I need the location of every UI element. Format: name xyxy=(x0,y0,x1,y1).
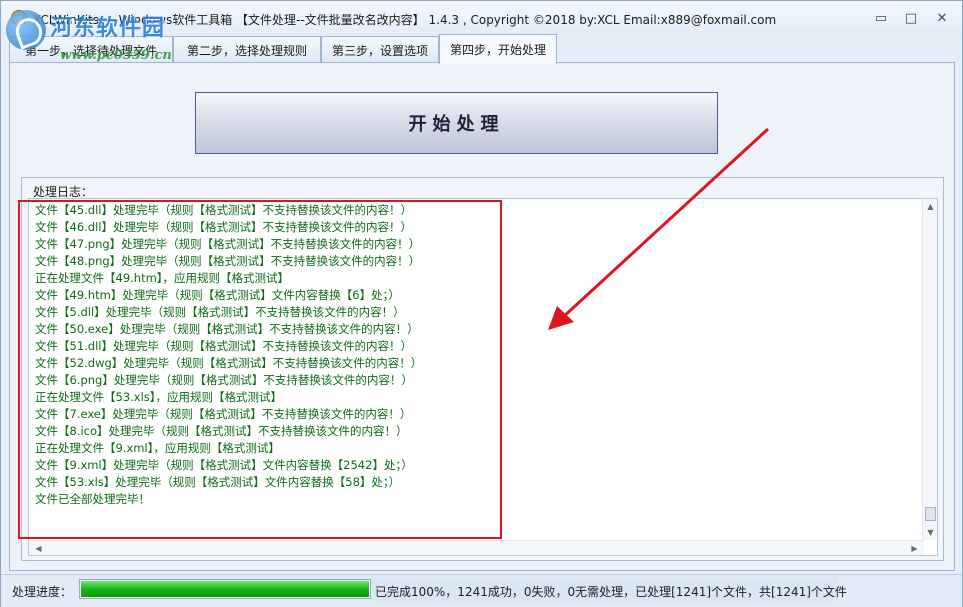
title-bar[interactable]: XCLWinKits — Windows软件工具箱 【文件处理--文件批量改名改… xyxy=(1,1,962,35)
log-line: 文件【48.png】处理完毕（规则【格式测试】不支持替换该文件的内容！） xyxy=(35,254,421,268)
status-bar: 处理进度： 已完成100%，1241成功，0失败，0无需处理，已处理[1241]… xyxy=(1,574,962,607)
log-line: 文件【53.xls】处理完毕（规则【格式测试】文件内容替换【58】处；） xyxy=(35,475,401,489)
log-line: 文件已全部处理完毕！ xyxy=(35,492,150,506)
tab-step-3[interactable]: 第三步，设置选项 xyxy=(321,36,439,63)
log-line: 正在处理文件【49.htm】，应用规则【格式测试】 xyxy=(35,271,290,285)
progress-label: 处理进度： xyxy=(12,585,73,599)
tab-label: 第四步，开始处理 xyxy=(449,43,546,57)
progress-bar xyxy=(79,579,371,599)
scroll-right-icon[interactable]: ▶ xyxy=(907,541,922,556)
progress-fill xyxy=(81,581,369,597)
start-process-button[interactable]: 开始处理 xyxy=(195,92,718,154)
log-line: 文件【45.dll】处理完毕（规则【格式测试】不支持替换该文件的内容！） xyxy=(35,203,412,217)
log-line: 文件【5.dll】处理完毕（规则【格式测试】不支持替换该文件的内容！） xyxy=(35,305,405,319)
close-icon: ✕ xyxy=(936,10,948,26)
maximize-button[interactable]: □ xyxy=(900,9,922,27)
minimize-button[interactable]: ▭ xyxy=(870,9,892,27)
tab-label: 第三步，设置选项 xyxy=(331,43,428,58)
scroll-down-icon[interactable]: ▼ xyxy=(923,525,938,540)
maximize-icon: □ xyxy=(904,10,918,26)
log-line: 文件【6.png】处理完毕（规则【格式测试】不支持替换该文件的内容！） xyxy=(35,373,413,387)
close-button[interactable]: ✕ xyxy=(931,9,953,27)
log-lines: 文件【45.dll】处理完毕（规则【格式测试】不支持替换该文件的内容！） 文件【4… xyxy=(35,202,915,538)
horizontal-scrollbar[interactable]: ◀ ▶ xyxy=(29,540,924,555)
log-line: 正在处理文件【53.xls】，应用规则【格式测试】 xyxy=(35,390,283,404)
scroll-up-icon[interactable]: ▲ xyxy=(923,199,938,214)
log-line: 文件【46.dll】处理完毕（规则【格式测试】不支持替换该文件的内容！） xyxy=(35,220,412,234)
log-line: 文件【8.ico】处理完毕（规则【格式测试】不支持替换该文件的内容！） xyxy=(35,424,408,438)
tab-content-panel: 开始处理 处理日志： 文件【45.dll】处理完毕（规则【格式测试】不支持替换该… xyxy=(9,62,955,571)
log-line: 文件【51.dll】处理完毕（规则【格式测试】不支持替换该文件的内容！） xyxy=(35,339,412,353)
log-line: 文件【52.dwg】处理完毕（规则【格式测试】不支持替换该文件的内容！） xyxy=(35,356,423,370)
log-textbox[interactable]: 文件【45.dll】处理完毕（规则【格式测试】不支持替换该文件的内容！） 文件【4… xyxy=(28,198,938,556)
window-title: XCLWinKits — Windows软件工具箱 【文件处理--文件批量改名改… xyxy=(33,13,777,27)
log-line: 文件【50.exe】处理完毕（规则【格式测试】不支持替换该文件的内容！） xyxy=(35,322,419,336)
tab-step-2[interactable]: 第二步，选择处理规则 xyxy=(173,36,321,63)
minimize-icon: ▭ xyxy=(874,10,888,26)
vertical-scrollbar[interactable]: ▲ ▼ xyxy=(922,199,937,540)
log-line: 正在处理文件【9.xml】，应用规则【格式测试】 xyxy=(35,441,280,455)
tab-step-1[interactable]: 第一步，选择待处理文件 xyxy=(9,36,173,63)
tab-label: 第一步，选择待处理文件 xyxy=(24,43,157,58)
log-line: 文件【9.xml】处理完毕（规则【格式测试】文件内容替换【2542】处；） xyxy=(35,458,413,472)
app-icon xyxy=(11,10,27,26)
log-line: 文件【7.exe】处理完毕（规则【格式测试】不支持替换该文件的内容！） xyxy=(35,407,412,421)
scroll-thumb[interactable] xyxy=(925,507,936,521)
scroll-left-icon[interactable]: ◀ xyxy=(31,541,46,556)
app-window: XCLWinKits — Windows软件工具箱 【文件处理--文件批量改名改… xyxy=(0,0,963,607)
step-tabs: 第一步，选择待处理文件 第二步，选择处理规则 第三步，设置选项 第四步，开始处理 xyxy=(9,34,955,64)
log-group: 处理日志： 文件【45.dll】处理完毕（规则【格式测试】不支持替换该文件的内容… xyxy=(21,177,944,561)
progress-status-text: 已完成100%，1241成功，0失败，0无需处理，已处理[1241]个文件，共[… xyxy=(375,585,847,599)
log-line: 文件【47.png】处理完毕（规则【格式测试】不支持替换该文件的内容！） xyxy=(35,237,421,251)
log-line: 文件【49.htm】处理完毕（规则【格式测试】文件内容替换【6】处；） xyxy=(35,288,400,302)
tab-label: 第二步，选择处理规则 xyxy=(186,43,307,58)
tab-step-4[interactable]: 第四步，开始处理 xyxy=(439,34,557,64)
